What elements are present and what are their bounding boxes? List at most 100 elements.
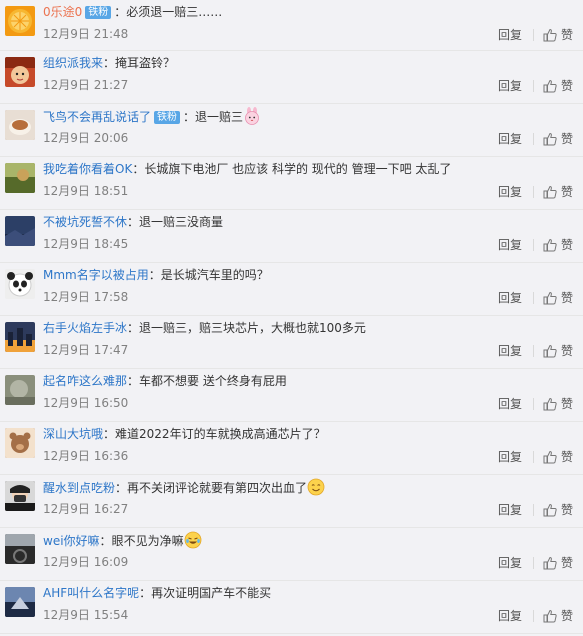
landscape-avatar[interactable] (5, 163, 35, 193)
username-link[interactable]: 不被坑死誓不休 (43, 215, 127, 229)
like-button[interactable]: 赞 (543, 236, 573, 253)
colon-separator: ： (103, 427, 116, 441)
like-button[interactable]: 赞 (543, 607, 573, 624)
like-button[interactable]: 赞 (543, 26, 573, 43)
username-link[interactable]: 起名咋这么难那 (43, 374, 127, 388)
reply-button[interactable]: 回复 (498, 342, 522, 359)
panda-avatar[interactable] (5, 269, 35, 299)
colon-separator: ： (148, 268, 161, 282)
thumbs-up-icon (543, 185, 561, 199)
like-label: 赞 (560, 397, 573, 411)
username-link[interactable]: 深山大坑哦 (43, 427, 103, 441)
comment-item: 飞鸟不会再乱说话了 铁粉 ：退一赔三 12月9日 20:06 回复 赞 (0, 104, 583, 157)
night-city-avatar[interactable] (5, 322, 35, 352)
reply-button[interactable]: 回复 (498, 395, 522, 412)
username-link[interactable]: 飞鸟不会再乱说话了 (43, 110, 151, 124)
like-label: 赞 (560, 238, 573, 252)
gray-photo-avatar[interactable] (5, 375, 35, 405)
like-label: 赞 (560, 132, 573, 146)
like-button[interactable]: 赞 (543, 183, 573, 200)
action-divider (532, 79, 534, 92)
thumbs-up-icon (543, 503, 561, 517)
colon-separator: ： (139, 586, 152, 600)
cartoon-face-avatar[interactable] (5, 57, 35, 87)
comment-time: 12月9日 16:36 (43, 449, 129, 463)
username-link[interactable]: Mmm名字以被占用 (43, 268, 149, 282)
reply-button[interactable]: 回复 (498, 183, 522, 200)
comment-time: 12月9日 16:27 (43, 502, 129, 516)
like-label: 赞 (560, 609, 573, 623)
thumbs-up-icon (543, 609, 561, 623)
like-label: 赞 (560, 450, 573, 464)
like-button[interactable]: 赞 (543, 130, 573, 147)
username-link[interactable]: 我吃着你看着OK (43, 162, 132, 176)
comment-list: 0乐途0 铁粉 ：必须退一赔三…… 12月9日 21:48 回复赞组织派我来：掩耳盗铃？… (0, 0, 583, 634)
comment-actions: 回复 赞 (498, 554, 573, 571)
action-divider (532, 238, 534, 251)
username-link[interactable]: 0乐途0 (43, 5, 82, 19)
reply-button[interactable]: 回复 (498, 554, 522, 571)
username-link[interactable]: 醒水到点吃粉 (43, 481, 115, 495)
like-button[interactable]: 赞 (543, 77, 573, 94)
orange-fruit-avatar[interactable] (5, 6, 35, 36)
colon-separator: ： (127, 321, 140, 335)
teddy-bear-avatar[interactable] (5, 428, 35, 458)
thumbs-up-icon (543, 450, 561, 464)
comment-line: 飞鸟不会再乱说话了 铁粉 ：退一赔三 (43, 107, 573, 126)
food-bowl-avatar[interactable] (5, 110, 35, 140)
comment-line: 深山大坑哦：难道2022年订的车就换成高通芯片了？ (43, 425, 573, 443)
like-button[interactable]: 赞 (543, 501, 573, 518)
reply-button[interactable]: 回复 (498, 236, 522, 253)
thumbs-up-icon (543, 28, 561, 42)
comment-text: 长城旗下电池厂 也应该 科学的 现代的 管理一下吧 太乱了 (144, 162, 452, 176)
comment-line: 起名咋这么难那：车都不想要 送个终身有屁用 (43, 372, 573, 390)
username-link[interactable]: AHF叫什么名字呢 (43, 586, 139, 600)
reply-button[interactable]: 回复 (498, 501, 522, 518)
comment-item: 0乐途0 铁粉 ：必须退一赔三…… 12月9日 21:48 回复 赞 (0, 0, 583, 51)
car-interior-avatar[interactable] (5, 534, 35, 564)
colon-separator: ： (183, 110, 196, 124)
username-link[interactable]: 右手火焰左手冰 (43, 321, 127, 335)
like-label: 赞 (560, 185, 573, 199)
comment-text: 必须退一赔三…… (126, 5, 223, 19)
reply-button[interactable]: 回复 (498, 77, 522, 94)
reply-button[interactable]: 回复 (498, 26, 522, 43)
reply-button[interactable]: 回复 (498, 289, 522, 306)
like-button[interactable]: 赞 (543, 554, 573, 571)
comment-text: 退一赔三 (195, 110, 244, 124)
comment-line: 不被坑死誓不休：退一赔三没商量 (43, 213, 573, 231)
masked-person-avatar[interactable] (5, 481, 35, 511)
reply-button[interactable]: 回复 (498, 448, 522, 465)
colon-separator: ： (114, 5, 127, 19)
username-link[interactable]: 组织派我来 (43, 56, 103, 70)
fan-badge[interactable]: 铁粉 (154, 111, 181, 124)
thumbs-up-icon (543, 79, 561, 93)
like-button[interactable]: 赞 (543, 448, 573, 465)
dark-sky-avatar[interactable] (5, 216, 35, 246)
username-link[interactable]: wei你好嘛 (43, 534, 100, 548)
like-button[interactable]: 赞 (543, 395, 573, 412)
laugh-cry-emoji (184, 531, 202, 549)
blue-dark-avatar[interactable] (5, 587, 35, 617)
comment-time: 12月9日 21:48 (43, 27, 129, 41)
comment-text: 是长城汽车里的吗？ (160, 268, 269, 282)
colon-separator: ： (103, 56, 116, 70)
comment-time: 12月9日 15:54 (43, 608, 129, 622)
comment-item: Mmm名字以被占用：是长城汽车里的吗？ 12月9日 17:58 回复 赞 (0, 263, 583, 316)
comment-item: 组织派我来：掩耳盗铃？ 12月9日 21:27 回复 赞 (0, 51, 583, 104)
action-divider (532, 344, 534, 357)
comment-text: 再不关闭评论就要有第四次出血了 (127, 481, 308, 495)
action-divider (532, 397, 534, 410)
reply-button[interactable]: 回复 (498, 607, 522, 624)
like-button[interactable]: 赞 (543, 289, 573, 306)
thumbs-up-icon (543, 556, 561, 570)
comment-actions: 回复 赞 (498, 448, 573, 465)
comment-item: 醒水到点吃粉：再不关闭评论就要有第四次出血了 12月9日 16:27 回复 赞 (0, 475, 583, 528)
comment-actions: 回复 赞 (498, 342, 573, 359)
like-button[interactable]: 赞 (543, 342, 573, 359)
comment-time: 12月9日 17:47 (43, 343, 129, 357)
reply-button[interactable]: 回复 (498, 130, 522, 147)
action-divider (532, 609, 534, 622)
fan-badge[interactable]: 铁粉 (85, 6, 112, 19)
comment-item: AHF叫什么名字呢：再次证明国产车不能买 12月9日 15:54 回复 赞 (0, 581, 583, 634)
